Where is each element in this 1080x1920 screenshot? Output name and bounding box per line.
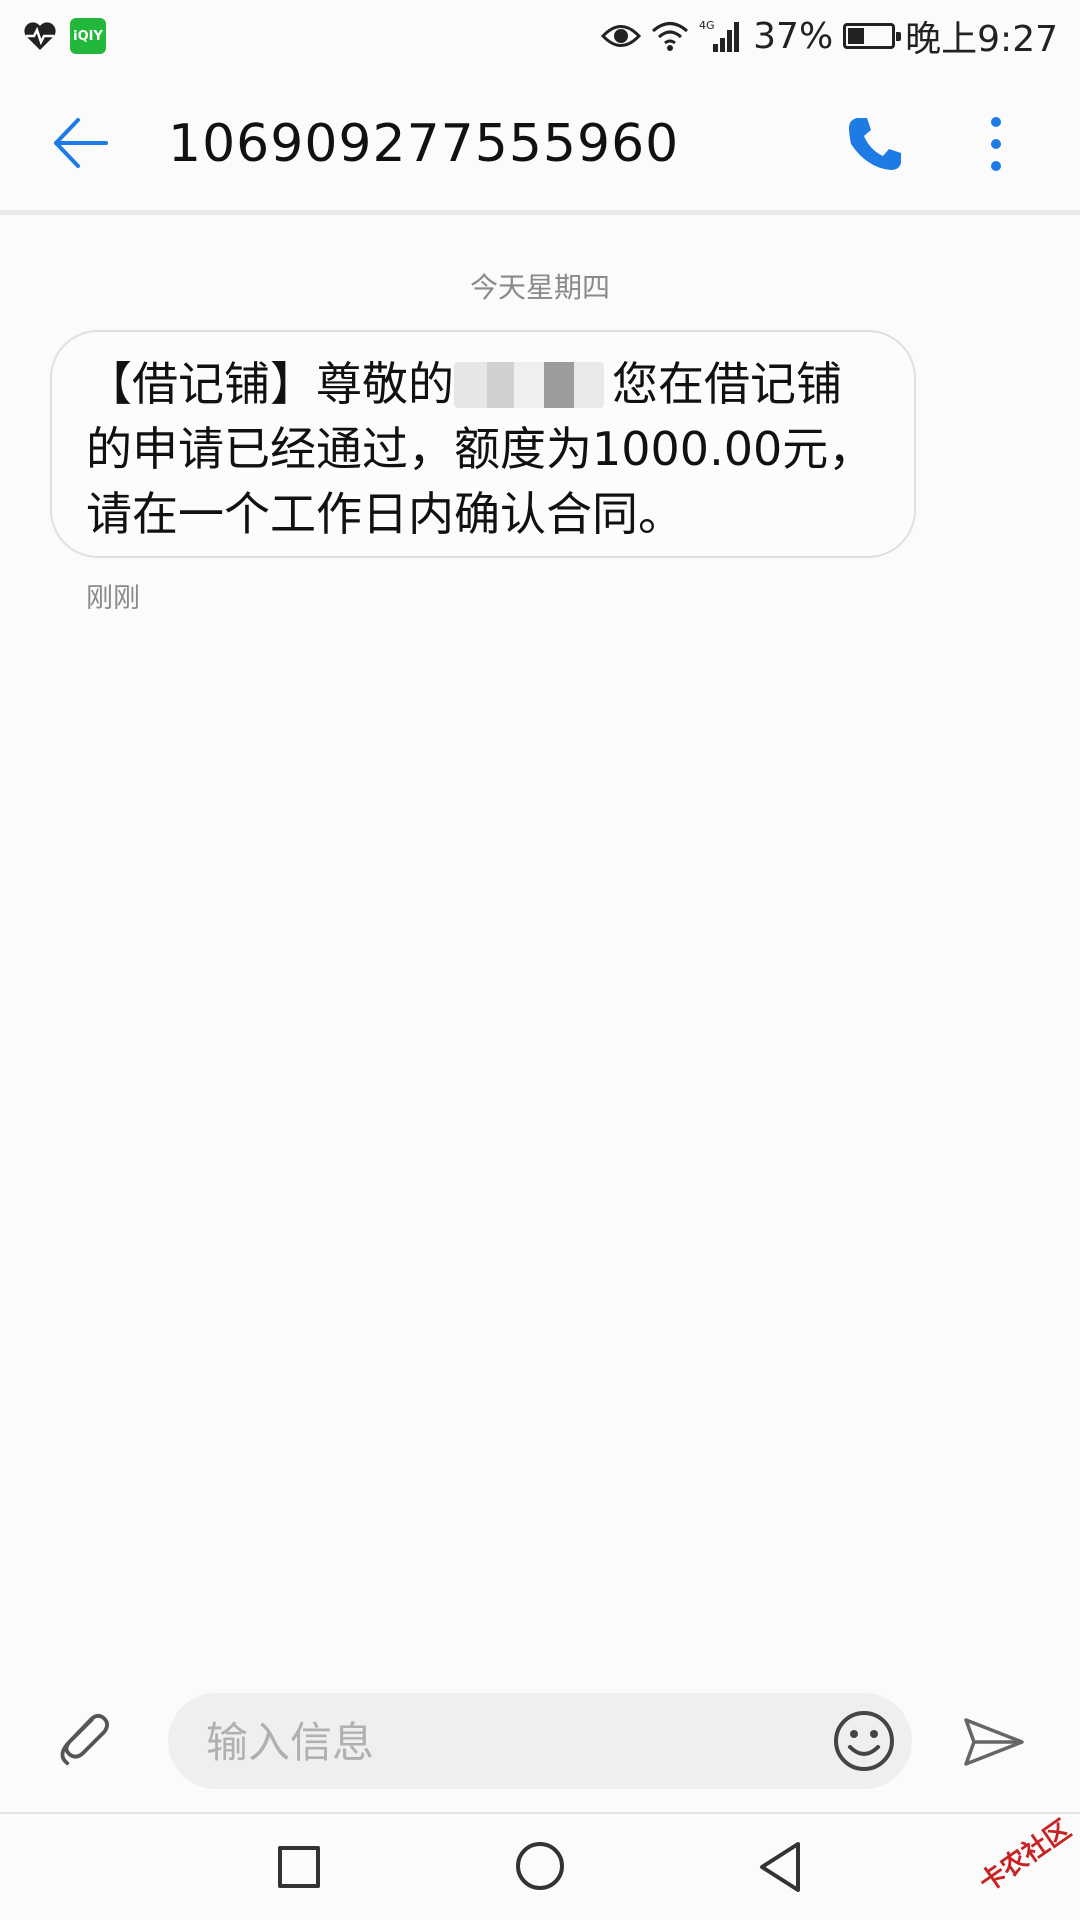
message-bubble[interactable]: 【借记铺】尊敬的 您在借记铺的申请已经通过，额度为1000.00元，请在一个工作日… — [50, 330, 916, 558]
phone-call-icon[interactable] — [845, 114, 905, 174]
paperclip-icon[interactable] — [52, 1710, 114, 1772]
emoji-icon[interactable] — [832, 1709, 896, 1773]
wifi-icon — [652, 22, 689, 51]
message-input[interactable] — [204, 1693, 768, 1791]
home-button[interactable] — [516, 1842, 564, 1890]
send-icon[interactable] — [962, 1710, 1026, 1774]
more-options-icon[interactable] — [980, 112, 1012, 176]
back-arrow-icon[interactable] — [50, 112, 112, 174]
battery-percent: 37% — [753, 15, 834, 57]
battery-level-fill — [848, 28, 865, 44]
toolbar-divider — [0, 210, 1080, 215]
battery-icon — [843, 23, 902, 49]
message-text-before: 【借记铺】尊敬的 — [86, 357, 454, 411]
clock: 晚上9:27 — [905, 19, 1058, 60]
svg-text:4G: 4G — [699, 19, 715, 32]
system-nav-bar — [0, 1812, 1080, 1920]
iqiyi-icon: iQIY — [70, 18, 106, 54]
toolbar: 106909277555960 — [0, 72, 1080, 212]
recent-apps-button[interactable] — [278, 1846, 320, 1888]
signal-4g-icon: 4G — [699, 19, 740, 52]
composer-bar — [0, 1680, 1080, 1800]
status-left: iQIY — [22, 18, 118, 54]
heart-pulse-icon — [24, 22, 56, 50]
redacted-name — [454, 362, 604, 408]
eye-icon — [601, 25, 642, 47]
status-bar: iQIY 4G 37% 晚上9:27 — [0, 0, 1080, 72]
status-right: 4G 37% 晚上9:27 — [591, 10, 1058, 62]
message-input-container[interactable] — [168, 1693, 912, 1791]
date-separator: 今天星期四 — [469, 271, 610, 304]
contact-title: 106909277555960 — [168, 114, 680, 174]
message-text: 【借记铺】尊敬的 您在借记铺的申请已经通过，额度为1000.00元，请在一个工作日… — [86, 352, 884, 547]
message-timestamp: 刚刚 — [86, 583, 140, 614]
nav-back-icon[interactable] — [756, 1840, 804, 1894]
